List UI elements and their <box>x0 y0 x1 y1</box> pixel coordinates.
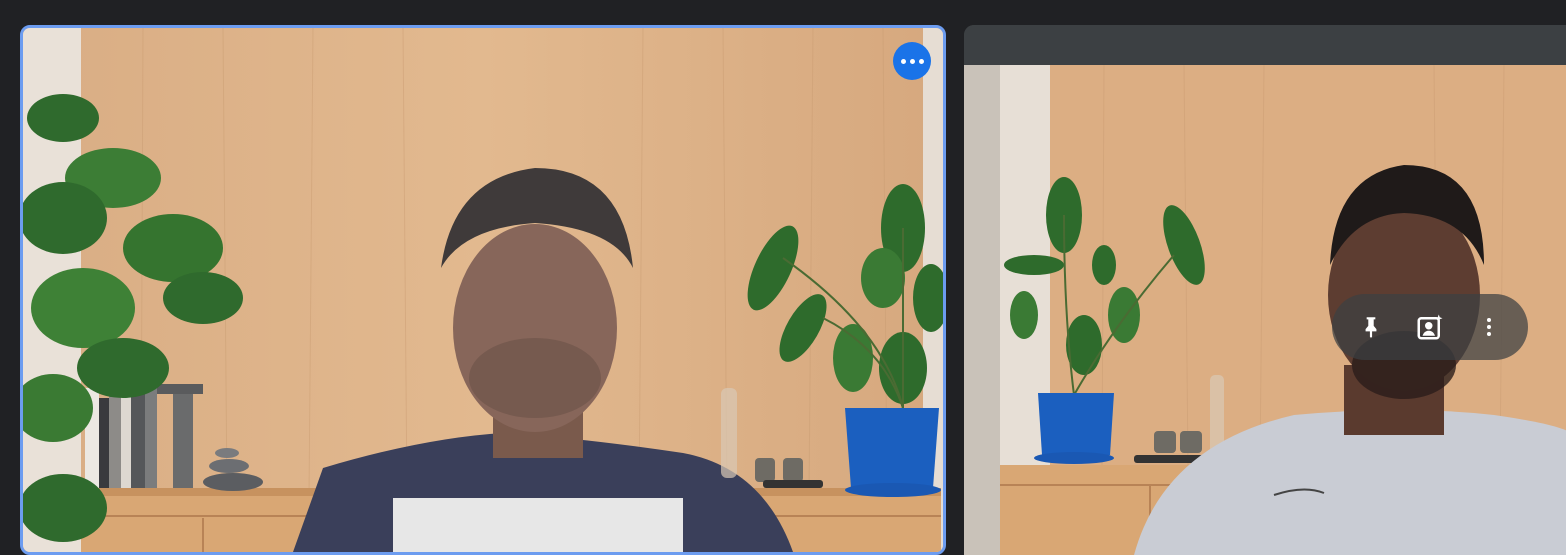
tile-header-bar <box>964 25 1566 65</box>
participant-video-left <box>23 28 943 552</box>
pin-icon <box>1365 317 1377 338</box>
more-options-button[interactable] <box>893 42 931 80</box>
pin-button[interactable] <box>1349 305 1393 349</box>
participant-tile-right[interactable] <box>964 25 1566 555</box>
more-horizontal-icon <box>900 58 924 64</box>
participant-tile-left[interactable] <box>20 25 946 555</box>
more-vertical-icon <box>1486 318 1491 336</box>
more-options-vertical-button[interactable] <box>1467 305 1511 349</box>
visual-effects-button[interactable] <box>1408 305 1452 349</box>
tile-hover-controls <box>1332 294 1528 360</box>
visual-effects-icon <box>1417 314 1443 340</box>
